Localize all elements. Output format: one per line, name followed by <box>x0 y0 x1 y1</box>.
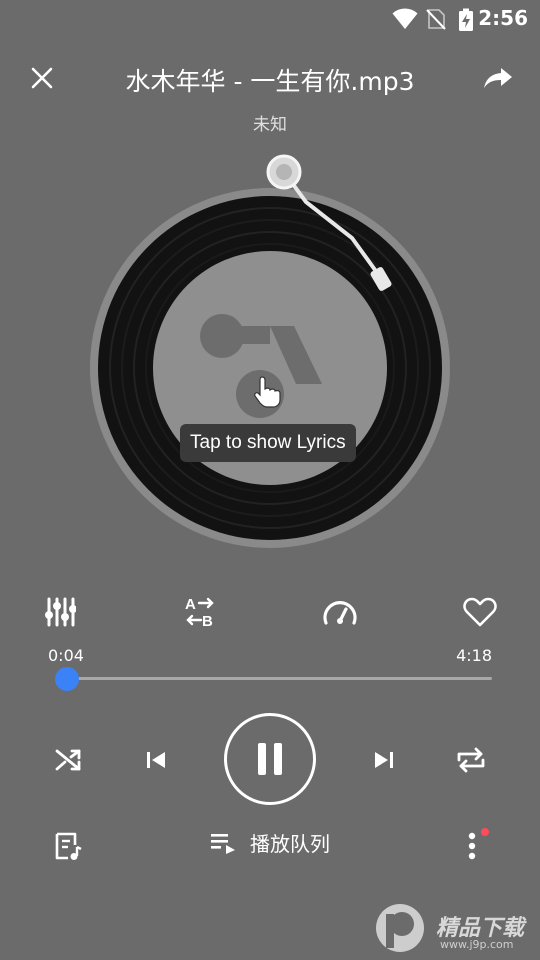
queue-icon <box>211 833 235 854</box>
equalizer-icon <box>45 597 76 627</box>
pause-button[interactable] <box>224 713 316 805</box>
shuffle-icon <box>55 749 81 771</box>
favorite-button[interactable] <box>458 590 502 634</box>
previous-icon <box>147 752 165 768</box>
status-time: 2:56 <box>478 6 528 30</box>
svg-text:B: B <box>202 613 213 629</box>
playback-speed-button[interactable] <box>318 590 362 634</box>
progress-track[interactable] <box>60 677 492 680</box>
close-icon <box>31 67 53 89</box>
speed-icon <box>323 601 357 625</box>
battery-charging-icon <box>459 8 473 31</box>
watermark-url: www.j9p.com <box>440 938 514 951</box>
watermark-logo <box>376 904 424 952</box>
status-bar: 2:56 <box>0 0 540 36</box>
artist-name: 未知 <box>253 115 287 135</box>
next-icon <box>375 752 393 768</box>
pause-icon <box>258 743 282 775</box>
close-button[interactable] <box>24 60 60 96</box>
play-queue-button[interactable]: 播放队列 <box>210 828 330 857</box>
ab-repeat-icon: A B <box>185 596 214 629</box>
wifi-icon <box>392 8 418 29</box>
current-time: 0:04 <box>48 646 84 665</box>
svg-text:A: A <box>185 596 196 613</box>
share-button[interactable] <box>478 60 518 96</box>
song-title: 水木年华 - 一生有你.mp3 <box>125 67 415 96</box>
previous-button[interactable] <box>131 735 181 785</box>
more-vertical-icon <box>468 832 476 860</box>
share-icon <box>484 68 512 88</box>
lyrics-icon <box>55 832 82 860</box>
lyrics-tooltip[interactable]: Tap to show Lyrics <box>180 424 356 462</box>
hand-pointer-icon <box>254 376 281 408</box>
play-queue-label: 播放队列 <box>250 832 330 856</box>
shuffle-button[interactable] <box>44 735 94 785</box>
album-disc[interactable] <box>90 154 450 548</box>
tonearm <box>266 154 392 291</box>
lyrics-button[interactable] <box>48 826 88 866</box>
total-time: 4:18 <box>456 646 492 665</box>
notification-badge <box>481 828 489 836</box>
repeat-icon <box>457 747 485 773</box>
next-button[interactable] <box>359 735 409 785</box>
progress-thumb[interactable] <box>54 667 79 691</box>
no-signal-icon <box>426 9 446 30</box>
equalizer-button[interactable] <box>38 590 82 634</box>
repeat-button[interactable] <box>446 735 496 785</box>
ab-repeat-button[interactable]: A B <box>178 590 222 634</box>
heart-icon <box>463 597 497 627</box>
